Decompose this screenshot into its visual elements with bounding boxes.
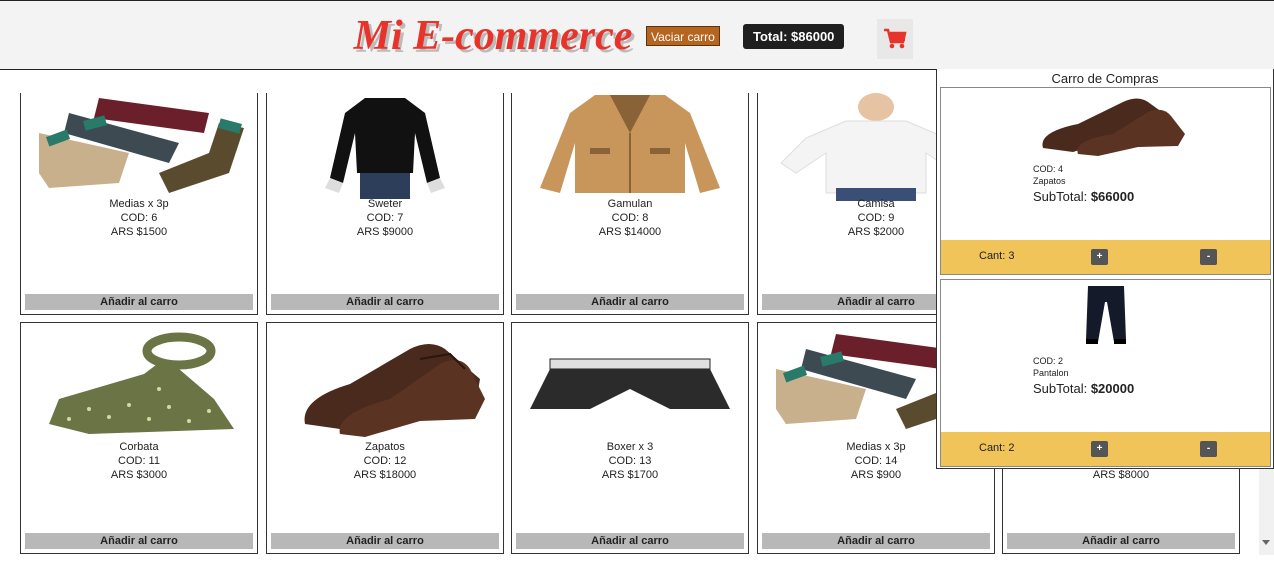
product-image (516, 329, 744, 439)
product-card: Zapatos COD: 12 ARS $18000 Añadir al car… (266, 322, 504, 554)
scroll-down-arrow-icon[interactable] (1262, 540, 1270, 545)
product-code: COD: 11 (118, 455, 160, 467)
increase-quantity-button[interactable]: + (1091, 249, 1108, 265)
product-price: ARS $900 (850, 469, 902, 481)
boxer-icon (530, 358, 730, 409)
add-to-cart-button[interactable]: Añadir al carro (762, 533, 990, 549)
product-price: ARS $9000 (356, 226, 414, 238)
product-image (271, 329, 499, 439)
product-name: Sweter (367, 198, 403, 210)
add-to-cart-button[interactable]: Añadir al carro (271, 294, 499, 310)
increase-quantity-button[interactable]: + (1091, 441, 1108, 457)
product-name: Boxer x 3 (606, 441, 654, 453)
cart-item-controls: Cant: 2 + - (941, 432, 1270, 466)
product-image (271, 93, 499, 201)
product-code: COD: 13 (608, 455, 652, 467)
product-price: ARS $18000 (353, 469, 417, 481)
cart-item-name: Pantalon (1033, 368, 1069, 378)
product-card: Boxer x 3 COD: 13 ARS $1700 Añadir al ca… (511, 322, 749, 554)
product-price: ARS $1700 (601, 469, 659, 481)
cart-item-quantity: Cant: 3 (979, 250, 1015, 262)
subtotal-value: $66000 (1090, 189, 1135, 204)
cart-title: Carro de Compras (1051, 71, 1159, 86)
product-name: Zapatos (365, 441, 405, 453)
page: Mi E-commerce Mi E-commerce Vaciar carro… (0, 0, 1274, 579)
logo[interactable]: Mi E-commerce Mi E-commerce (343, 4, 643, 64)
cart-item-code: COD: 2 (1033, 356, 1064, 366)
shoes-icon (304, 344, 485, 437)
product-code: COD: 6 (120, 212, 158, 224)
subtotal-value: $20000 (1090, 381, 1135, 396)
decrease-quantity-button[interactable]: - (1200, 441, 1217, 457)
cart-item-code: COD: 4 (1033, 164, 1064, 174)
product-price: ARS $1500 (110, 226, 168, 238)
cart-item-controls: Cant: 3 + - (941, 240, 1270, 274)
product-image (516, 93, 744, 201)
logo-image: Mi E-commerce Mi E-commerce (353, 13, 636, 62)
product-price: ARS $3000 (110, 469, 168, 481)
subtotal-label: SubTotal: (1033, 189, 1091, 204)
cart-panel: Carro de Compras COD: 4 Zapatos SubTotal… (936, 69, 1274, 469)
product-name: Medias x 3p (109, 198, 169, 210)
cart-item-image (941, 88, 1270, 158)
product-code: COD: 7 (366, 212, 404, 224)
tie-icon (49, 332, 234, 434)
product-name: Gamulan (607, 198, 653, 210)
shoes-icon (1042, 98, 1185, 156)
product-code: COD: 8 (611, 212, 649, 224)
add-to-cart-button[interactable]: Añadir al carro (25, 294, 253, 310)
coat-icon (540, 95, 720, 193)
header: Mi E-commerce Mi E-commerce Vaciar carro… (0, 0, 1274, 70)
pants-icon (1085, 286, 1126, 344)
product-name: Corbata (119, 441, 159, 453)
cart-item-image (941, 280, 1270, 350)
decrease-quantity-button[interactable]: - (1200, 249, 1217, 265)
cart-item-subtotal: SubTotal: $66000 (1033, 189, 1134, 204)
product-image (25, 93, 253, 201)
cart-item: COD: 4 Zapatos SubTotal: $66000 Cant: 3 … (940, 87, 1271, 275)
logo-text: Mi E-commerce (353, 13, 633, 59)
product-code: COD: 12 (363, 455, 407, 467)
product-price: ARS $8000 (1092, 469, 1150, 481)
subtotal-label: SubTotal: (1033, 381, 1091, 396)
socks-icon (39, 98, 244, 193)
add-to-cart-button[interactable]: Añadir al carro (1007, 533, 1235, 549)
add-to-cart-button[interactable]: Añadir al carro (25, 533, 253, 549)
cart-toggle-button[interactable] (877, 19, 913, 59)
product-card: Sweter COD: 7 ARS $9000 Añadir al carro (266, 93, 504, 315)
cart-item-name: Zapatos (1033, 176, 1066, 186)
add-to-cart-button[interactable]: Añadir al carro (271, 533, 499, 549)
add-to-cart-button[interactable]: Añadir al carro (516, 533, 744, 549)
cart-item-subtotal: SubTotal: $20000 (1033, 381, 1134, 396)
cart-item-quantity: Cant: 2 (979, 442, 1015, 454)
add-to-cart-button[interactable]: Añadir al carro (516, 294, 744, 310)
cart-total: Total: $86000 (743, 24, 845, 49)
product-card: Corbata COD: 11 ARS $3000 Añadir al carr… (20, 322, 258, 554)
product-image (25, 329, 253, 439)
shopping-cart-icon (884, 28, 907, 49)
sweater-icon (325, 98, 445, 199)
clear-cart-button[interactable]: Vaciar carro (646, 26, 720, 46)
cart-item: COD: 2 Pantalon SubTotal: $20000 Cant: 2… (940, 279, 1271, 467)
product-price: ARS $14000 (598, 226, 662, 238)
product-card: Gamulan COD: 8 ARS $14000 Añadir al carr… (511, 93, 749, 315)
product-card: Medias x 3p COD: 6 ARS $1500 Añadir al c… (20, 93, 258, 315)
